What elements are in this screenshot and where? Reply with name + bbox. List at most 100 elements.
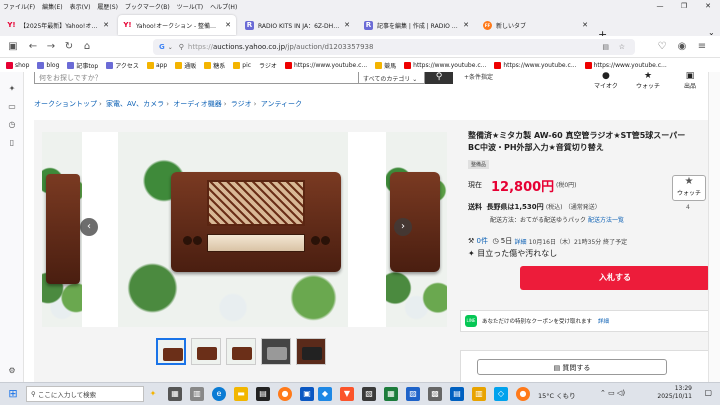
site-info-icon[interactable]: ⚲ <box>179 43 184 51</box>
close-tab-icon[interactable]: ✕ <box>582 21 588 29</box>
url-bar[interactable]: G ⌄ ⚲ https:// auctions.yahoo.co.jp /jp/… <box>153 39 635 55</box>
search-button[interactable]: ⚲ <box>425 72 453 84</box>
menu-tools[interactable]: ツール(T) <box>177 2 203 11</box>
app-icon[interactable]: ◆ <box>318 387 332 401</box>
app-icon[interactable]: ▧ <box>362 387 376 401</box>
bookmark-item[interactable]: pic <box>233 61 251 69</box>
menu-history[interactable]: 履歴(S) <box>97 2 118 11</box>
firefox-icon[interactable]: ● <box>278 387 292 401</box>
bookmark-item[interactable]: https://www.youtube.c... <box>494 61 577 69</box>
translate-icon[interactable]: ▤ <box>602 43 609 51</box>
copilot-icon[interactable]: ✦ <box>146 387 160 401</box>
app-menu-icon[interactable]: ≡ <box>695 40 709 54</box>
file-explorer-icon[interactable]: ▬ <box>234 387 248 401</box>
notification-icon[interactable]: ▢ <box>704 388 712 397</box>
system-clock[interactable]: 13:29 2025/10/11 <box>657 385 692 401</box>
minimize-icon[interactable]: — <box>648 0 672 12</box>
main-photo[interactable] <box>118 132 348 327</box>
home-icon[interactable]: ⌂ <box>80 40 94 54</box>
windows-start-icon[interactable]: ⊞ <box>6 387 20 401</box>
maximize-icon[interactable]: ❐ <box>672 0 696 12</box>
app-icon[interactable]: ▦ <box>384 387 398 401</box>
forward-icon[interactable]: → <box>44 40 58 54</box>
thumbnail-item[interactable] <box>191 338 221 365</box>
line-coupon-banner[interactable]: LINE あなただけの特別なクーポンを受け取れます 詳細 <box>460 310 710 332</box>
menu-edit[interactable]: 編集(E) <box>42 2 62 11</box>
sidebar-toggle-icon[interactable]: ▣ <box>6 40 20 54</box>
bookmark-item[interactable]: 競馬 <box>375 61 396 70</box>
coupon-detail-link[interactable]: 詳細 <box>598 317 609 325</box>
synced-tabs-icon[interactable]: ▭ <box>7 102 17 112</box>
bookmark-item[interactable]: https://www.youtube.c... <box>584 61 667 69</box>
thumbnail-item[interactable] <box>226 338 256 365</box>
app-icon[interactable]: ▣ <box>300 387 314 401</box>
weather-widget[interactable]: 15°C くもり <box>538 390 576 400</box>
edge-icon[interactable]: e <box>212 387 226 401</box>
bid-count[interactable]: 0件 <box>477 236 488 246</box>
bookmark-item[interactable]: shop <box>6 61 29 69</box>
bookmark-item[interactable]: app <box>146 61 167 69</box>
bookmark-item[interactable]: blog <box>37 61 59 69</box>
close-tab-icon[interactable]: ✕ <box>344 21 350 29</box>
shipping-methods-link[interactable]: 配送方法一覧 <box>588 217 624 224</box>
close-tab-icon[interactable]: ✕ <box>463 21 469 29</box>
app-icon[interactable]: ◇ <box>494 387 508 401</box>
question-button[interactable]: ▤ 質問する <box>477 359 667 375</box>
detail-link[interactable]: 詳細 <box>514 237 526 246</box>
category-select[interactable]: すべてのカテゴリ ⌄ <box>359 72 425 84</box>
menu-file[interactable]: ファイル(F) <box>3 2 35 11</box>
app-icon[interactable]: ▨ <box>406 387 420 401</box>
watch-button[interactable]: ★ ウォッチ <box>672 175 706 201</box>
carousel-prev-icon[interactable]: ‹ <box>80 218 98 236</box>
brave-icon[interactable]: ▼ <box>340 387 354 401</box>
breadcrumb-item[interactable]: オークショントップ <box>34 100 97 108</box>
back-icon[interactable]: ← <box>26 40 40 54</box>
bookmark-item[interactable]: ラジオ <box>259 61 277 70</box>
taskbar-search-input[interactable]: ⚲ ここに入力して検索 <box>26 386 144 402</box>
thumbnail-item[interactable] <box>296 338 326 365</box>
breadcrumb-item[interactable]: アンティーク <box>261 100 302 108</box>
tray-icons[interactable]: ⌃ ▭ ◁) <box>600 389 625 397</box>
tab-radio-kits[interactable]: R RADIO KITS IN JA：6Z-DH3A( ✕ <box>240 15 355 35</box>
ai-chat-icon[interactable]: ✦ <box>7 84 17 94</box>
breadcrumb-item[interactable]: 家電、AV、カメラ <box>106 100 164 108</box>
page-scrollbar[interactable] <box>708 72 720 382</box>
sell-link[interactable]: ▣ 出品 <box>684 72 696 90</box>
app-icon[interactable]: ▥ <box>472 387 486 401</box>
thumbnail-item[interactable] <box>156 338 186 365</box>
bookmark-item[interactable]: 記事top <box>67 61 98 70</box>
bid-button[interactable]: 入札する <box>520 266 710 290</box>
bookmark-item[interactable]: https://www.youtube.c... <box>404 61 486 69</box>
bookmark-item[interactable]: https://www.youtube.c... <box>284 61 367 69</box>
watch-link[interactable]: ★ ウォッチ <box>636 72 660 90</box>
search-input[interactable]: 何をお探しですか？ <box>34 72 359 84</box>
tab-edit-article[interactable]: R 記事を編集 | 作成 | RADIO KITS ✕ <box>359 15 474 35</box>
bookmarks-icon[interactable]: ▯ <box>7 138 17 148</box>
settings-gear-icon[interactable]: ⚙ <box>7 366 17 376</box>
breadcrumb-item[interactable]: オーディオ機器 <box>173 100 222 108</box>
menu-bookmarks[interactable]: ブックマーク(B) <box>125 2 170 11</box>
bookmark-star-icon[interactable]: ☆ <box>619 43 625 51</box>
store-icon[interactable]: ▤ <box>256 387 270 401</box>
pocket-icon[interactable]: ♡ <box>655 40 669 54</box>
thumbnail-item[interactable] <box>261 338 291 365</box>
condition-link[interactable]: +条件指定 <box>464 72 493 81</box>
my-auction-link[interactable]: ● マイオク <box>594 72 618 90</box>
bookmark-item[interactable]: 通販 <box>175 61 196 70</box>
account-icon[interactable]: ◉ <box>675 40 689 54</box>
tab-yahoo-auction-item[interactable]: Y! Yahoo!オークション - 整備済 ミタカ ✕ <box>118 15 236 35</box>
history-icon[interactable]: ◷ <box>7 120 17 130</box>
close-tab-icon[interactable]: ✕ <box>225 21 231 29</box>
dropdown-icon[interactable]: ⌄ <box>168 44 173 51</box>
app-icon[interactable]: ▩ <box>428 387 442 401</box>
carousel-next-icon[interactable]: › <box>394 218 412 236</box>
app-icon[interactable]: ▤ <box>450 387 464 401</box>
breadcrumb-item[interactable]: ラジオ <box>231 100 252 108</box>
menu-view[interactable]: 表示(V) <box>70 2 91 11</box>
close-tab-icon[interactable]: ✕ <box>103 21 109 29</box>
tab-new-tab[interactable]: FF 新しいタブ ✕ <box>478 15 593 35</box>
bookmark-item[interactable]: 糖系 <box>204 61 225 70</box>
menu-help[interactable]: ヘルプ(H) <box>210 2 237 11</box>
app-icon[interactable]: ● <box>516 387 530 401</box>
task-view-icon[interactable]: ▦ <box>168 387 182 401</box>
